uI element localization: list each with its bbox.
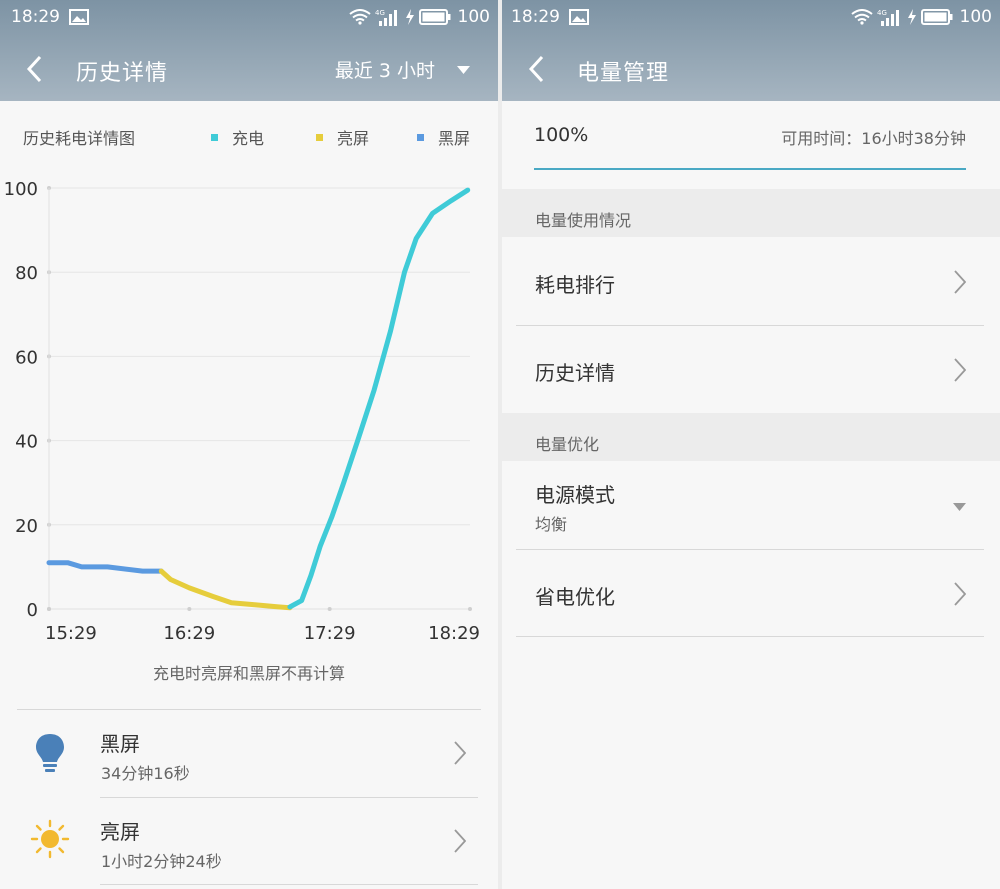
page-title: 历史详情: [76, 61, 169, 86]
menu-item-power-saving[interactable]: 省电优化: [502, 549, 1000, 637]
series-line: [158, 568, 293, 611]
chevron-right-icon: [454, 741, 466, 765]
divider: [100, 884, 478, 885]
legend-dot: [417, 133, 424, 141]
y-tick-label: 20: [15, 516, 38, 537]
usage-duration: 34分钟16秒: [101, 764, 190, 783]
x-tick-label: 18:29: [428, 623, 480, 644]
legend-screen-off: 黑屏: [417, 125, 470, 149]
legend-label: 充电: [232, 129, 265, 148]
status-icons: 4G 100: [850, 7, 992, 27]
x-tick-mark: [47, 607, 51, 611]
chart-title: 历史耗电详情图: [23, 129, 136, 148]
svg-text:4G: 4G: [375, 9, 385, 17]
legend-dot: [316, 133, 323, 141]
legend-dot: [211, 133, 218, 141]
y-tick-label: 100: [4, 179, 38, 200]
page-title: 电量管理: [577, 61, 670, 86]
chevron-right-icon: [454, 829, 466, 853]
signal-4g-icon: 4G: [375, 9, 397, 26]
dropdown-caret-icon: [457, 65, 470, 74]
charging-bolt-icon: [907, 9, 916, 25]
chart-header: 历史耗电详情图 充电 亮屏 黑屏: [0, 118, 498, 152]
status-bar: 18:29 4G 100: [0, 0, 498, 34]
legend-label: 亮屏: [337, 129, 370, 148]
usage-title: 亮屏: [100, 820, 140, 844]
x-tick-mark: [327, 607, 332, 611]
chevron-right-icon: [954, 270, 966, 294]
divider: [516, 636, 984, 637]
header: 18:29 4G 100 历史详情 最近 3 小时: [0, 0, 498, 101]
menu-label: 省电优化: [535, 585, 615, 609]
battery-summary: 100% 可用时间：16小时38分钟: [502, 101, 1000, 189]
time-range-dropdown[interactable]: 最近 3 小时: [335, 56, 470, 83]
menu-label: 电源模式: [535, 483, 615, 507]
section-header-usage: 电量使用情况: [502, 189, 1000, 237]
x-tick-mark: [468, 607, 472, 611]
sun-icon: [30, 819, 70, 859]
image-notification-icon: [569, 9, 589, 25]
menu-item-power-mode[interactable]: 电源模式 均衡: [502, 461, 1000, 549]
menu-label: 历史详情: [535, 361, 615, 385]
image-notification-icon: [69, 9, 89, 25]
battery-management-screen: 18:29 4G 100 电量管理 100% 可用时间：16小时38分钟 电量使…: [502, 0, 1000, 889]
chevron-right-icon: [954, 582, 966, 606]
y-tick-label: 40: [15, 432, 38, 453]
y-tick-label: 60: [15, 347, 38, 368]
back-arrow-icon[interactable]: [22, 54, 48, 84]
x-tick-label: 15:29: [45, 623, 97, 644]
chart-note: 充电时亮屏和黑屏不再计算: [152, 664, 345, 683]
menu-item-history-detail[interactable]: 历史详情: [502, 325, 1000, 413]
history-detail-screen: 18:29 4G 100 历史详情 最近 3 小时 历史耗电详情图 充电 亮屏: [0, 0, 498, 889]
charging-bolt-icon: [405, 9, 414, 25]
series-line: [287, 187, 471, 610]
wifi-icon: [850, 9, 873, 25]
status-time: 18:29: [11, 7, 60, 27]
battery-percent: 100: [959, 7, 992, 27]
svg-text:4G: 4G: [877, 9, 887, 17]
section-header-optimization: 电量优化: [502, 413, 1000, 461]
bulb-off-icon: [36, 734, 64, 772]
chevron-right-icon: [954, 358, 966, 382]
back-arrow-icon[interactable]: [524, 54, 550, 84]
series-line: [46, 560, 164, 574]
battery-level: 100%: [534, 124, 589, 146]
x-tick-mark: [187, 607, 192, 611]
header: 18:29 4G 100 电量管理: [502, 0, 1000, 101]
dropdown-caret-icon: [953, 503, 966, 511]
battery-icon: [920, 9, 953, 25]
usage-title: 黑屏: [100, 732, 140, 756]
battery-percent: 100: [457, 7, 490, 27]
status-icons: 4G 100: [348, 7, 490, 27]
section-title: 电量使用情况: [535, 211, 632, 230]
power-mode-value: 均衡: [535, 515, 568, 534]
battery-icon: [418, 9, 451, 25]
usage-row-screen-on[interactable]: 亮屏 1小时2分钟24秒: [0, 798, 498, 885]
usage-duration: 1小时2分钟24秒: [101, 852, 222, 871]
legend-screen-on: 亮屏: [316, 125, 369, 149]
section-title: 电量优化: [535, 435, 600, 454]
signal-4g-icon: 4G: [877, 9, 899, 26]
x-tick-label: 17:29: [304, 623, 356, 644]
menu-label: 耗电排行: [535, 273, 615, 297]
legend-label: 黑屏: [438, 129, 471, 148]
usage-row-screen-off[interactable]: 黑屏 34分钟16秒: [0, 710, 498, 797]
x-tick-label: 16:29: [163, 623, 215, 644]
time-range-label: 最近 3 小时: [334, 60, 435, 82]
menu-item-power-ranking[interactable]: 耗电排行: [502, 237, 1000, 325]
y-tick-label: 0: [27, 600, 38, 621]
legend-charging: 充电: [211, 125, 264, 149]
status-bar: 18:29 4G 100: [502, 0, 1000, 34]
battery-level-bar: [534, 168, 966, 170]
status-time: 18:29: [511, 7, 560, 27]
y-tick-label: 80: [15, 263, 38, 284]
wifi-icon: [348, 9, 371, 25]
available-time: 可用时间：16小时38分钟: [781, 129, 966, 148]
battery-history-chart: 0 20 40 60 80 100 15:29 16:29 17:29 18:29: [4, 179, 480, 644]
